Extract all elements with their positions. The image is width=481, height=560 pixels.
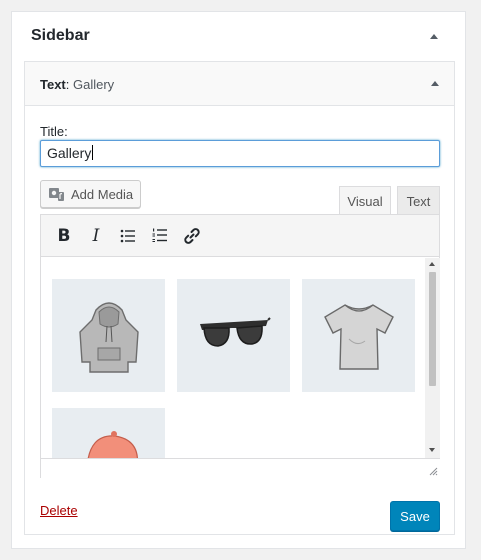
gallery-item-hoodie xyxy=(52,279,165,392)
bold-icon[interactable]: B xyxy=(49,221,79,251)
sidebar-collapse-arrow-icon[interactable] xyxy=(430,34,438,39)
sidebar-title: Sidebar xyxy=(31,27,90,44)
italic-icon[interactable]: I xyxy=(81,221,111,251)
editor-content[interactable] xyxy=(41,258,425,458)
widget-collapse-arrow-icon[interactable] xyxy=(431,81,439,86)
text-caret xyxy=(92,145,94,160)
numbered-list-icon[interactable] xyxy=(145,221,175,251)
widget-type-label: Text xyxy=(40,77,66,92)
widget-title: Text: Gallery xyxy=(40,77,114,92)
gallery-item-cap xyxy=(52,408,165,458)
bullet-list-icon[interactable] xyxy=(113,221,143,251)
editor: B I xyxy=(40,214,440,478)
scroll-up-arrow-icon[interactable] xyxy=(429,262,435,266)
tab-visual[interactable]: Visual xyxy=(339,186,391,215)
scroll-down-arrow-icon[interactable] xyxy=(429,448,435,452)
sidebar-header[interactable]: Sidebar xyxy=(12,12,465,62)
tab-text[interactable]: Text xyxy=(397,186,440,215)
link-icon[interactable] xyxy=(177,221,207,251)
editor-scrollbar[interactable] xyxy=(425,258,440,458)
title-label: Title: xyxy=(40,124,68,139)
scroll-thumb[interactable] xyxy=(429,272,436,386)
editor-toolbar: B I xyxy=(41,215,439,257)
delete-link[interactable]: Delete xyxy=(40,503,78,518)
text-widget: Text: Gallery Title: Gallery Add Media V… xyxy=(24,61,455,535)
add-media-label: Add Media xyxy=(71,186,134,202)
title-input[interactable]: Gallery xyxy=(40,140,440,167)
widget-header[interactable]: Text: Gallery xyxy=(25,62,454,106)
add-media-button[interactable]: Add Media xyxy=(40,180,141,208)
media-icon xyxy=(49,188,64,201)
title-input-value: Gallery xyxy=(47,145,92,161)
widget-instance-title: Gallery xyxy=(69,77,115,92)
resize-handle-icon[interactable] xyxy=(429,467,438,476)
sidebar-panel: Sidebar Text: Gallery Title: Gallery Add… xyxy=(11,11,466,549)
gallery-item-t-shirt xyxy=(302,279,415,392)
editor-statusbar xyxy=(41,458,440,478)
gallery-item-sunglasses xyxy=(177,279,290,392)
save-button[interactable]: Save xyxy=(390,501,440,531)
